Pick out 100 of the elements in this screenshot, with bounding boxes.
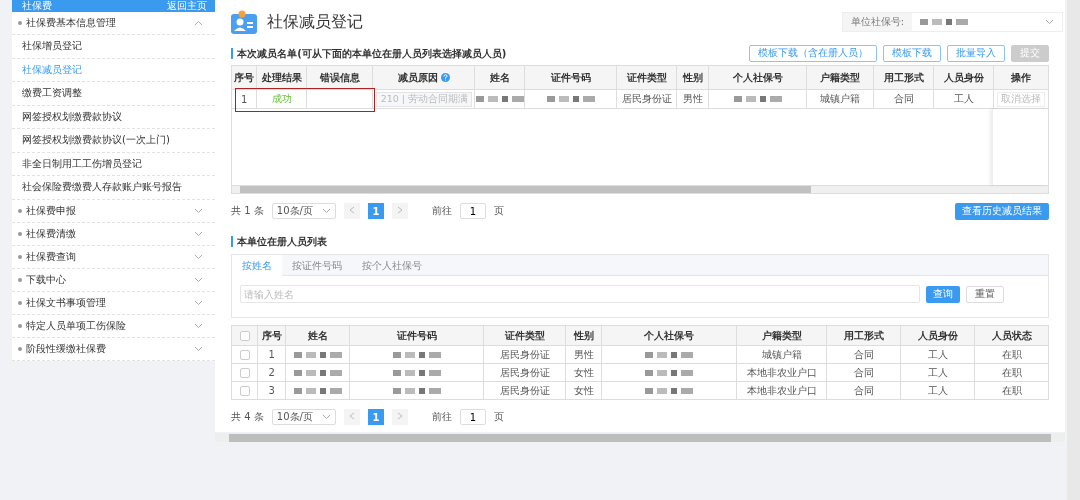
next-page-button[interactable] bbox=[391, 203, 408, 219]
previous-page-button[interactable] bbox=[343, 203, 360, 219]
page-size-select[interactable]: 10条/页 bbox=[271, 203, 336, 219]
redacted-block bbox=[645, 369, 694, 376]
redacted-block bbox=[392, 387, 441, 394]
column-header: 户籍类型 bbox=[807, 66, 875, 90]
unit-number-select[interactable]: 单位社保号: bbox=[841, 12, 1064, 32]
chevron-right-icon bbox=[396, 412, 403, 420]
section-title: 本次减员名单(可从下面的本单位在册人员列表选择减员人员) bbox=[231, 47, 507, 59]
column-header: 人员身份 bbox=[901, 326, 976, 346]
column-header: 错误信息 bbox=[307, 66, 374, 90]
column-header: 姓名 bbox=[475, 66, 526, 90]
column-header: 人员状态 bbox=[975, 326, 1050, 346]
column-header: 证件类型 bbox=[617, 66, 678, 90]
page-title: 社保减员登记 bbox=[267, 11, 364, 33]
table-cell: 居民身份证 bbox=[617, 90, 678, 109]
column-header: 证件类型 bbox=[484, 326, 567, 346]
table-cell: 居民身份证 bbox=[484, 382, 567, 400]
person-card-icon bbox=[231, 10, 258, 34]
goto-page-input[interactable]: 1 bbox=[459, 203, 486, 219]
table-cell: 本地非农业户口 bbox=[737, 364, 828, 382]
page-suffix: 页 bbox=[493, 410, 504, 424]
redacted-block bbox=[293, 351, 342, 358]
horizontal-scrollbar[interactable] bbox=[231, 185, 1050, 194]
redacted-block bbox=[475, 96, 524, 102]
section-title: 本单位在册人员列表 bbox=[231, 235, 328, 247]
table-cell: 居民身份证 bbox=[484, 364, 567, 382]
total-count: 共 1 条 bbox=[231, 204, 264, 218]
page-suffix: 页 bbox=[493, 204, 504, 218]
redacted-block bbox=[392, 369, 441, 376]
horizontal-scrollbar[interactable] bbox=[215, 433, 1066, 442]
total-count: 共 4 条 bbox=[231, 410, 264, 424]
table-cell: 合同 bbox=[874, 90, 935, 109]
column-header: 处理结果 bbox=[257, 66, 308, 90]
chevron-down-icon bbox=[194, 322, 204, 329]
chevron-left-icon bbox=[348, 412, 355, 420]
page-size-select[interactable]: 10条/页 bbox=[271, 409, 336, 425]
table-cell: 在职 bbox=[975, 346, 1050, 364]
chevron-down-icon bbox=[321, 208, 331, 214]
table-cell: 工人 bbox=[901, 382, 976, 400]
table-cell: 工人 bbox=[901, 346, 976, 364]
search-tab[interactable]: 按个人社保号 bbox=[352, 255, 433, 276]
redacted-block bbox=[392, 351, 441, 358]
table-cell: 男性 bbox=[566, 346, 603, 364]
table-cell: 合同 bbox=[827, 382, 902, 400]
table-cell: 3 bbox=[258, 382, 287, 400]
chevron-left-icon bbox=[348, 206, 355, 214]
chevron-down-icon bbox=[194, 253, 204, 260]
select-all-checkbox[interactable] bbox=[239, 330, 250, 341]
row-checkbox[interactable] bbox=[239, 349, 250, 360]
reset-button[interactable]: 重置 bbox=[966, 285, 1005, 303]
table-cell: 居民身份证 bbox=[484, 346, 567, 364]
table-cell: 女性 bbox=[566, 364, 603, 382]
column-header: 序号 bbox=[232, 66, 258, 90]
goto-label: 前往 bbox=[431, 204, 452, 218]
column-header: 证件号码 bbox=[350, 326, 485, 346]
row-checkbox[interactable] bbox=[239, 385, 250, 396]
table-cell: 合同 bbox=[827, 364, 902, 382]
goto-page-input[interactable]: 1 bbox=[459, 409, 486, 425]
table-cell: 合同 bbox=[827, 346, 902, 364]
column-header: 用工形式 bbox=[827, 326, 902, 346]
table-cell: 城镇户籍 bbox=[807, 90, 875, 109]
column-header: 人员身份 bbox=[934, 66, 995, 90]
chevron-down-icon bbox=[194, 345, 204, 352]
chevron-down-icon bbox=[194, 276, 204, 283]
column-header: 个人社保号 bbox=[602, 326, 738, 346]
column-header: 性别 bbox=[566, 326, 603, 346]
column-header: 个人社保号 bbox=[709, 66, 808, 90]
redacted-block bbox=[293, 387, 342, 394]
row-checkbox[interactable] bbox=[239, 367, 250, 378]
redacted-block bbox=[733, 96, 782, 102]
table-cell: 本地非农业户口 bbox=[737, 382, 828, 400]
next-page-button[interactable] bbox=[391, 409, 408, 425]
chevron-right-icon bbox=[396, 206, 403, 214]
table-cell: 在职 bbox=[975, 364, 1050, 382]
table-cell: 城镇户籍 bbox=[737, 346, 828, 364]
redacted-block bbox=[645, 351, 694, 358]
search-tab[interactable]: 按证件号码 bbox=[282, 255, 353, 276]
chevron-down-icon bbox=[194, 230, 204, 237]
chevron-up-icon bbox=[194, 20, 204, 26]
chevron-down-icon bbox=[194, 207, 204, 214]
redacted-block bbox=[920, 19, 969, 25]
chevron-down-icon bbox=[194, 299, 204, 306]
column-header: 减员原因 bbox=[373, 66, 476, 90]
column-header: 用工形式 bbox=[874, 66, 935, 90]
redacted-block bbox=[546, 96, 595, 102]
table-cell: 2 bbox=[258, 364, 287, 382]
table-cell: 在职 bbox=[975, 382, 1050, 400]
table-cell: 1 bbox=[258, 346, 287, 364]
column-header: 证件号码 bbox=[525, 66, 618, 90]
column-header: 户籍类型 bbox=[737, 326, 828, 346]
sidebar-title: 社保费 bbox=[22, 0, 52, 13]
redacted-block bbox=[645, 387, 694, 394]
name-search-field[interactable]: 请输入姓名 bbox=[240, 285, 921, 303]
column-header: 姓名 bbox=[286, 326, 351, 346]
status-cell: 成功 bbox=[257, 90, 308, 109]
chevron-down-icon bbox=[1045, 19, 1055, 25]
table-cell: 工人 bbox=[901, 364, 976, 382]
previous-page-button[interactable] bbox=[343, 409, 360, 425]
chevron-down-icon bbox=[321, 414, 331, 420]
